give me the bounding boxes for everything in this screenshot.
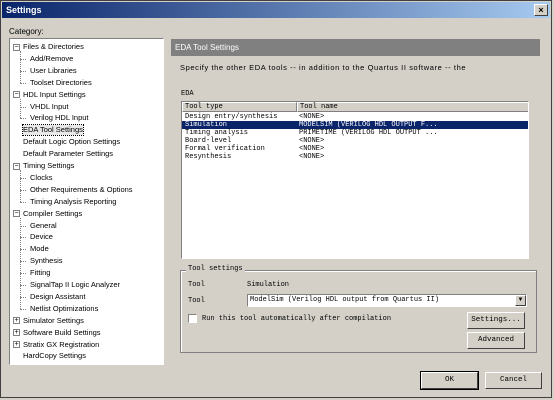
tree-item-verilog-hdl-input[interactable]: Verilog HDL Input xyxy=(30,113,89,123)
category-tree[interactable]: − Files & Directories Add/Remove User Libra… xyxy=(9,38,164,365)
tree-connector xyxy=(20,308,26,310)
tree-item-vhdl-input[interactable]: VHDL Input xyxy=(30,102,69,112)
list-item[interactable]: Formal verification <NONE> xyxy=(182,145,528,153)
tool-name-cell: <NONE> xyxy=(299,145,325,153)
tree-item-hardcopy-settings[interactable]: HardCopy Settings xyxy=(23,351,86,361)
tree-item-hdl-input-settings[interactable]: HDL Input Settings xyxy=(23,90,86,100)
cancel-button[interactable]: Cancel xyxy=(485,372,542,389)
window-title: Settings xyxy=(6,5,42,15)
tree-connector xyxy=(20,118,26,120)
tree-expander-icon[interactable]: − xyxy=(13,91,20,99)
tree-expander-icon[interactable]: + xyxy=(13,329,20,337)
tree-item-device[interactable]: Device xyxy=(30,232,53,242)
title-bar: Settings × xyxy=(2,2,550,18)
tool-type-cell: Resynthesis xyxy=(185,153,232,161)
list-item[interactable]: Timing analysis PRIMETIME (VERILOG HDL OU… xyxy=(182,129,528,137)
tree-item-design-assistant[interactable]: Design Assistant xyxy=(30,292,85,302)
tree-expander-icon[interactable]: − xyxy=(13,162,20,170)
tool-type-cell: Board-level xyxy=(185,137,232,145)
settings-button[interactable]: Settings... xyxy=(467,312,525,329)
run-automatically-checkbox[interactable] xyxy=(188,314,197,323)
tree-item-stratix-gx-registration[interactable]: Stratix GX Registration xyxy=(23,340,99,350)
tool-value: Simulation xyxy=(247,281,290,289)
tree-item-files-directories[interactable]: Files & Directories xyxy=(23,42,84,52)
eda-group-label: EDA xyxy=(181,90,194,98)
list-item[interactable]: Board-level <NONE> xyxy=(182,137,528,145)
tree-connector xyxy=(20,217,21,309)
column-header-tool-type[interactable]: Tool type xyxy=(182,102,297,112)
advanced-button[interactable]: Advanced xyxy=(467,332,525,349)
tool-name-cell: <NONE> xyxy=(299,113,325,121)
tree-expander-icon[interactable]: − xyxy=(13,210,20,218)
tree-expander-icon[interactable]: + xyxy=(13,341,20,348)
tool-type-cell: Timing analysis xyxy=(185,129,249,137)
tree-expander-icon[interactable]: − xyxy=(13,43,20,51)
panel-description: Specify the other EDA tools -- in additi… xyxy=(180,63,467,72)
tree-item-clocks[interactable]: Clocks xyxy=(30,173,53,183)
tree-item-timing-settings[interactable]: Timing Settings xyxy=(23,161,74,171)
tree-item-synthesis[interactable]: Synthesis xyxy=(30,256,63,266)
tree-item-default-logic-option-settings[interactable]: Default Logic Option Settings xyxy=(23,137,120,147)
tree-item-toolset-directories[interactable]: Toolset Directories xyxy=(30,78,92,88)
tree-item-compiler-settings[interactable]: Compiler Settings xyxy=(23,209,82,219)
category-label: Category: xyxy=(9,27,44,36)
tool-name-combo-value: ModelSim (Verilog HDL output from Quartu… xyxy=(250,296,440,304)
tree-connector xyxy=(20,98,21,119)
tool-label: Tool xyxy=(188,281,205,289)
tool-type-cell: Formal verification xyxy=(185,145,265,153)
close-button[interactable]: × xyxy=(534,4,548,16)
list-item[interactable]: Simulation MODELSIM (VERILOG HDL OUTPUT F… xyxy=(182,121,528,129)
tree-item-signaltap-ii-logic-analyzer[interactable]: SignalTap II Logic Analyzer xyxy=(30,280,120,290)
ok-button[interactable]: OK xyxy=(420,371,479,390)
tool-name-cell: <NONE> xyxy=(299,137,325,145)
chevron-down-icon[interactable]: ▼ xyxy=(515,295,526,306)
tool-settings-title: Tool settings xyxy=(186,265,245,273)
tree-item-default-parameter-settings[interactable]: Default Parameter Settings xyxy=(23,149,113,159)
tool-type-cell: Design entry/synthesis xyxy=(185,113,278,121)
tree-connector xyxy=(20,51,21,83)
list-item[interactable]: Design entry/synthesis <NONE> xyxy=(182,113,528,121)
tree-item-eda-tool-settings[interactable]: EDA Tool Settings xyxy=(22,124,84,137)
tree-connector xyxy=(20,201,26,203)
tree-item-simulator-settings[interactable]: Simulator Settings xyxy=(23,316,84,326)
tool-name-label: Tool xyxy=(188,297,205,305)
list-item[interactable]: Resynthesis <NONE> xyxy=(182,153,528,161)
tool-name-cell: <NONE> xyxy=(299,153,325,161)
panel-header: EDA Tool Settings xyxy=(171,39,540,56)
tool-name-cell: PRIMETIME (VERILOG HDL OUTPUT ... xyxy=(299,129,438,137)
tree-connector xyxy=(20,170,21,202)
tree-item-fitting[interactable]: Fitting xyxy=(30,268,50,278)
tree-item-netlist-optimizations[interactable]: Netlist Optimizations xyxy=(30,304,98,314)
tree-connector xyxy=(20,82,26,84)
tool-type-cell: Simulation xyxy=(185,121,228,129)
tree-item-user-libraries[interactable]: User Libraries xyxy=(30,66,77,76)
tree-item-mode[interactable]: Mode xyxy=(30,244,49,254)
tree-item-other-requirements-options[interactable]: Other Requirements & Options xyxy=(30,185,133,195)
tree-item-general[interactable]: General xyxy=(30,221,57,231)
eda-tool-list[interactable]: Tool type Tool name Design entry/synthes… xyxy=(181,101,529,259)
tree-expander-icon[interactable]: + xyxy=(13,317,20,325)
tool-name-combo[interactable]: ModelSim (Verilog HDL output from Quartu… xyxy=(247,294,527,307)
tree-item-add-remove[interactable]: Add/Remove xyxy=(30,54,73,64)
tree-item-software-build-settings[interactable]: Software Build Settings xyxy=(23,328,101,338)
run-automatically-label: Run this tool automatically after compil… xyxy=(202,315,392,323)
column-header-tool-name[interactable]: Tool name xyxy=(297,102,528,112)
tree-item-timing-analysis-reporting[interactable]: Timing Analysis Reporting xyxy=(30,197,116,207)
tool-name-cell: MODELSIM (VERILOG HDL OUTPUT F... xyxy=(299,121,438,129)
